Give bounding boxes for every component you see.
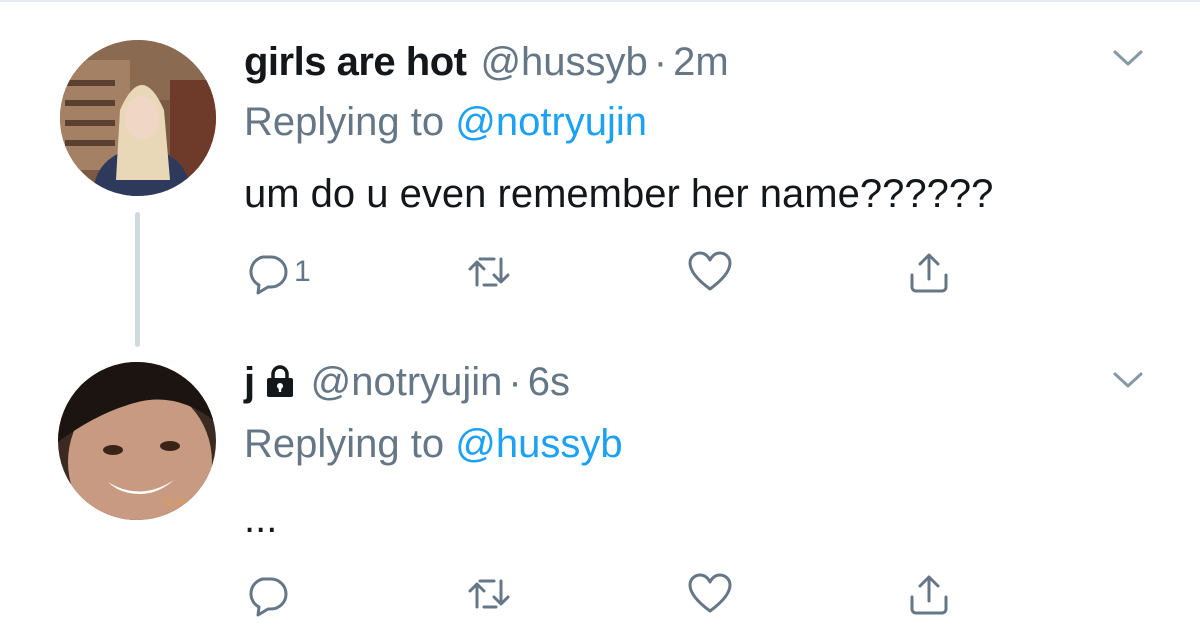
tweet-thread: girls are hot @hussyb · 2m Replying to @… xyxy=(0,0,1200,643)
heart-icon xyxy=(688,573,732,613)
display-name[interactable]: j xyxy=(244,360,255,405)
replying-mention-link[interactable]: @notryujin xyxy=(455,100,647,144)
svg-text:'18 05: '18 05 xyxy=(158,498,187,507)
lock-icon xyxy=(266,365,293,397)
like-button[interactable] xyxy=(687,569,733,619)
reply-button[interactable]: 1 xyxy=(244,247,311,297)
tweet-actions xyxy=(244,569,964,619)
replying-to: Replying to @notryujin xyxy=(244,100,647,145)
heart-icon xyxy=(688,251,732,291)
share-icon xyxy=(910,575,948,615)
tweet-header: girls are hot @hussyb · 2m xyxy=(244,40,729,85)
tweet-text: ... xyxy=(244,497,278,541)
display-name[interactable]: girls are hot xyxy=(244,40,467,85)
share-button[interactable] xyxy=(906,569,952,619)
replying-prefix: Replying to xyxy=(244,422,445,466)
avatar[interactable] xyxy=(60,40,216,196)
share-button[interactable] xyxy=(906,247,952,297)
chevron-down-icon[interactable] xyxy=(1112,370,1144,390)
timestamp[interactable]: 2m xyxy=(673,40,729,85)
like-button[interactable] xyxy=(687,247,733,297)
replying-mention-link[interactable]: @hussyb xyxy=(455,422,622,466)
thread-connector-line xyxy=(135,212,140,347)
avatar-photo xyxy=(60,40,216,196)
retweet-button[interactable] xyxy=(466,569,512,619)
separator-dot: · xyxy=(653,40,668,84)
timestamp[interactable]: 6s xyxy=(528,360,570,405)
chevron-down-icon[interactable] xyxy=(1112,48,1144,68)
reply-icon xyxy=(249,577,288,617)
reply-icon xyxy=(249,255,288,295)
reply-count: 1 xyxy=(294,255,311,288)
replying-prefix: Replying to xyxy=(244,100,445,144)
retweet-icon xyxy=(468,579,510,609)
retweet-button[interactable] xyxy=(466,247,512,297)
reply-button[interactable] xyxy=(244,569,294,619)
avatar[interactable]: '18 05 xyxy=(58,362,216,520)
tweet-text: um do u even remember her name?????? xyxy=(244,172,994,216)
avatar-photo: '18 05 xyxy=(58,362,216,520)
user-handle[interactable]: @notryujin xyxy=(311,360,503,405)
tweet-header: j @notryujin · 6s xyxy=(244,360,570,405)
separator-dot: · xyxy=(508,360,522,404)
retweet-icon xyxy=(468,257,510,287)
replying-to: Replying to @hussyb xyxy=(244,422,623,467)
user-handle[interactable]: @hussyb xyxy=(480,40,647,85)
tweet-actions: 1 xyxy=(244,247,964,297)
share-icon xyxy=(910,253,948,293)
